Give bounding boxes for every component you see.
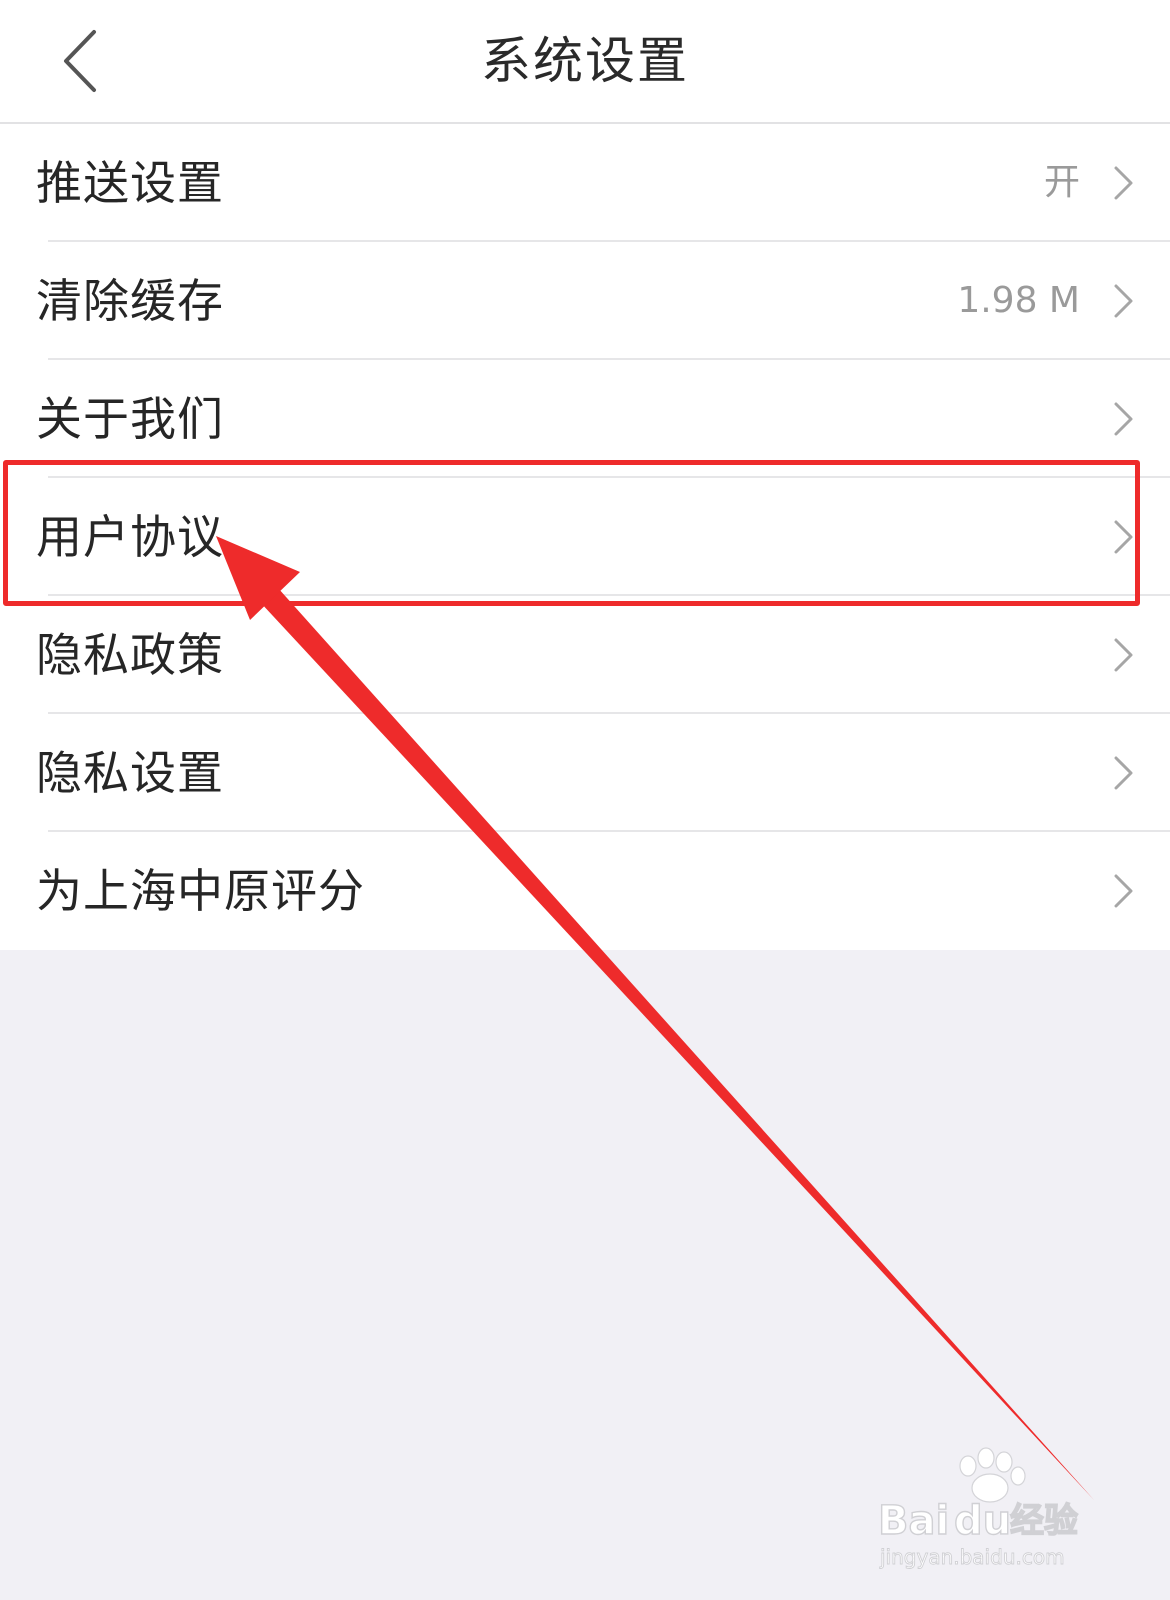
row-value: 1.98 M — [957, 280, 1080, 321]
settings-row-clear-cache[interactable]: 清除缓存 1.98 M — [0, 242, 1170, 360]
svg-text:Bai: Bai — [878, 1498, 949, 1544]
settings-list: 推送设置 开 清除缓存 1.98 M 关于我们 用户协议 隐私政策 隐私设置 为… — [0, 124, 1170, 950]
settings-row-user-agreement[interactable]: 用户协议 — [0, 478, 1170, 596]
row-label: 关于我们 — [36, 392, 224, 446]
chevron-right-icon — [1114, 166, 1133, 200]
settings-row-privacy-settings[interactable]: 隐私设置 — [0, 714, 1170, 832]
settings-row-rate-app[interactable]: 为上海中原评分 — [0, 832, 1170, 950]
row-label: 隐私政策 — [36, 628, 224, 682]
row-label: 推送设置 — [36, 156, 224, 210]
svg-text:jingyan.baidu.com: jingyan.baidu.com — [879, 1545, 1065, 1569]
chevron-right-icon — [1114, 284, 1133, 318]
chevron-right-icon — [1114, 874, 1133, 908]
chevron-right-icon — [1114, 520, 1133, 554]
settings-row-privacy-policy[interactable]: 隐私政策 — [0, 596, 1170, 714]
nav-bar: 系统设置 — [0, 0, 1170, 124]
row-label: 用户协议 — [36, 510, 224, 564]
chevron-right-icon — [1114, 638, 1133, 672]
settings-row-push[interactable]: 推送设置 开 — [0, 124, 1170, 242]
row-value: 开 — [1043, 162, 1080, 203]
page-title: 系统设置 — [481, 32, 689, 90]
svg-text:经验: 经验 — [1010, 1501, 1078, 1541]
chevron-right-icon — [1114, 402, 1133, 436]
watermark-logo: Bai du 经验 jingyan.baidu.com — [877, 1447, 1079, 1569]
row-label: 隐私设置 — [36, 746, 224, 800]
svg-text:du: du — [954, 1498, 1011, 1544]
row-label: 清除缓存 — [36, 274, 224, 328]
settings-row-about-us[interactable]: 关于我们 — [0, 360, 1170, 478]
row-label: 为上海中原评分 — [36, 864, 365, 918]
chevron-right-icon — [1114, 756, 1133, 790]
